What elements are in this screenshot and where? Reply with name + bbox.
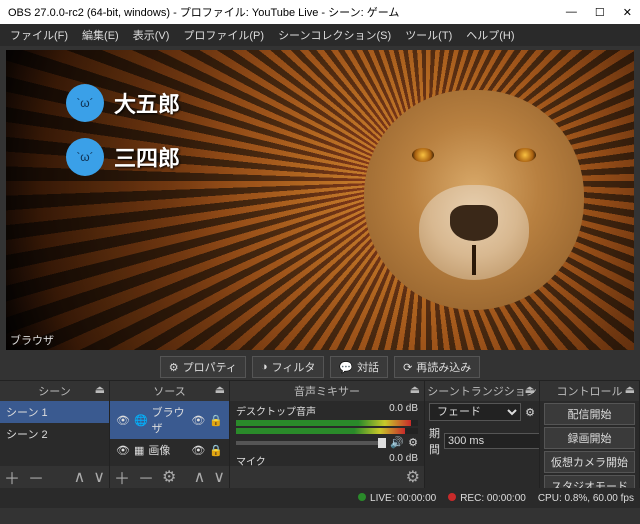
transitions-panel: シーントランジション⏏ フェード⚙ 期間▴▾ xyxy=(425,381,540,488)
source-item[interactable]: 👁 ▦ 画像 👁 🔒 xyxy=(110,439,229,461)
duration-label: 期間 xyxy=(429,425,440,457)
sources-list: 👁 🌐 ブラウザ 👁 🔒 👁 ▦ 画像 👁 🔒 xyxy=(110,401,229,466)
eye-icon[interactable]: 👁 xyxy=(116,444,130,457)
selected-source-label: ブラウザ xyxy=(10,332,54,348)
visible-icon[interactable]: 👁 xyxy=(191,444,205,457)
live-dot-icon xyxy=(358,493,366,501)
menu-edit[interactable]: 編集(E) xyxy=(76,25,125,45)
transitions-title: シーントランジション xyxy=(427,386,536,398)
undock-icon[interactable]: ⏏ xyxy=(215,383,225,396)
overlay-tag-1[interactable]: `ω´ 大五郎 xyxy=(66,84,180,122)
source-props-button[interactable]: ⚙ xyxy=(162,467,176,487)
live-status: LIVE: 00:00:00 xyxy=(358,493,436,504)
rec-status: REC: 00:00:00 xyxy=(448,493,526,504)
docks: シーン ⏏ シーン 1 シーン 2 ＋ － ∧ ∨ ソース ⏏ 👁 🌐 ブラウザ 👁… xyxy=(0,380,640,488)
gear-icon: ⚙ xyxy=(169,361,179,374)
filter-icon: ◑ xyxy=(261,361,268,373)
start-virtualcam-button[interactable]: 仮想カメラ開始 xyxy=(544,451,635,473)
undock-icon[interactable]: ⏏ xyxy=(625,383,635,396)
remove-scene-button[interactable]: － xyxy=(28,465,44,489)
mixer-settings-button[interactable]: ⚙ xyxy=(406,467,420,487)
rec-dot-icon xyxy=(448,493,456,501)
scene-item[interactable]: シーン 2 xyxy=(0,423,109,445)
source-item[interactable]: 👁 🌐 ブラウザ 👁 🔒 xyxy=(110,401,229,439)
mixer-body: デスクトップ音声 0.0 dB 🔊 ⚙ マイク 0.0 dB 🔊 ⚙ xyxy=(230,401,424,466)
menu-scene-collection[interactable]: シーンコレクション(S) xyxy=(272,25,397,45)
channel-db: 0.0 dB xyxy=(389,403,418,418)
mixer-title: 音声ミキサー xyxy=(294,386,360,398)
channel-db: 0.0 dB xyxy=(389,453,418,466)
gear-icon[interactable]: ⚙ xyxy=(525,406,535,419)
filters-button[interactable]: ◑フィルタ xyxy=(252,356,324,378)
level-meter xyxy=(236,420,418,426)
cpu-status: CPU: 0.8%, 60.00 fps xyxy=(538,493,634,504)
preview-area[interactable]: `ω´ 大五郎 `ω´ 三四郎 ブラウザ xyxy=(6,50,634,350)
scene-item[interactable]: シーン 1 xyxy=(0,401,109,423)
scenes-title: シーン xyxy=(38,386,70,398)
source-icon: 🌐 xyxy=(134,414,148,427)
close-icon[interactable]: ✕ xyxy=(623,6,632,19)
transition-select[interactable]: フェード xyxy=(429,403,521,421)
undock-icon[interactable]: ⏏ xyxy=(410,383,420,396)
menu-view[interactable]: 表示(V) xyxy=(127,25,176,45)
statusbar: LIVE: 00:00:00 REC: 00:00:00 CPU: 0.8%, … xyxy=(0,488,640,508)
gear-icon[interactable]: ⚙ xyxy=(408,436,418,449)
mixer-panel: 音声ミキサー ⏏ デスクトップ音声 0.0 dB 🔊 ⚙ マイク 0.0 dB 🔊 ⚙ ⚙ xyxy=(230,381,425,488)
maximize-icon[interactable]: ☐ xyxy=(595,6,605,19)
undock-icon[interactable]: ⏏ xyxy=(525,383,535,396)
menu-profile[interactable]: プロファイル(P) xyxy=(177,25,270,45)
studio-mode-button[interactable]: スタジオモード xyxy=(544,475,635,488)
scene-up-button[interactable]: ∧ xyxy=(74,467,86,487)
menu-file[interactable]: ファイル(F) xyxy=(4,25,74,45)
menu-help[interactable]: ヘルプ(H) xyxy=(460,25,520,45)
visible-icon[interactable]: 👁 xyxy=(191,414,205,427)
source-icon: ▦ xyxy=(134,444,144,457)
eye-icon[interactable]: 👁 xyxy=(116,414,130,427)
source-down-button[interactable]: ∨ xyxy=(213,467,225,487)
controls-panel: コントロール⏏ 配信開始 録画開始 仮想カメラ開始 スタジオモード 設定 終了 xyxy=(540,381,640,488)
remove-source-button[interactable]: － xyxy=(138,465,154,489)
scenes-list: シーン 1 シーン 2 xyxy=(0,401,109,466)
avatar-icon: `ω´ xyxy=(66,84,104,122)
sources-panel: ソース ⏏ 👁 🌐 ブラウザ 👁 🔒 👁 ▦ 画像 👁 🔒 ＋ － ⚙ ∧ ∨ xyxy=(110,381,230,488)
level-meter xyxy=(236,428,418,434)
volume-slider[interactable] xyxy=(236,441,386,445)
lock-icon[interactable]: 🔒 xyxy=(209,414,223,427)
undock-icon[interactable]: ⏏ xyxy=(95,383,105,396)
menubar: ファイル(F) 編集(E) 表示(V) プロファイル(P) シーンコレクション(… xyxy=(0,24,640,46)
source-name: ブラウザ xyxy=(152,404,188,436)
chat-icon: 💬 xyxy=(339,361,353,374)
lock-icon[interactable]: 🔒 xyxy=(209,444,223,457)
mixer-channel: マイク0.0 dB 🔊⚙ xyxy=(230,451,424,466)
mixer-channel: デスクトップ音声 0.0 dB 🔊 ⚙ xyxy=(230,401,424,451)
window-title: OBS 27.0.0-rc2 (64-bit, windows) - プロファイ… xyxy=(8,4,399,20)
channel-name: デスクトップ音声 xyxy=(236,403,316,418)
titlebar: OBS 27.0.0-rc2 (64-bit, windows) - プロファイ… xyxy=(0,0,640,24)
start-recording-button[interactable]: 録画開始 xyxy=(544,427,635,449)
window-controls: — ☐ ✕ xyxy=(566,6,632,19)
refresh-icon: ⟳ xyxy=(403,361,412,374)
channel-name: マイク xyxy=(236,453,266,466)
minimize-icon[interactable]: — xyxy=(566,6,577,19)
overlay-name-2: 三四郎 xyxy=(114,141,180,173)
duration-input[interactable] xyxy=(444,433,539,449)
properties-button[interactable]: ⚙プロパティ xyxy=(160,356,246,378)
controls-title: コントロール xyxy=(557,386,623,398)
source-toolbar: ⚙プロパティ ◑フィルタ 💬対話 ⟳再読み込み xyxy=(0,354,640,380)
interact-button[interactable]: 💬対話 xyxy=(330,356,388,378)
menu-tools[interactable]: ツール(T) xyxy=(399,25,458,45)
overlay-name-1: 大五郎 xyxy=(114,87,180,119)
scene-down-button[interactable]: ∨ xyxy=(93,467,105,487)
sources-title: ソース xyxy=(153,386,185,398)
add-scene-button[interactable]: ＋ xyxy=(4,465,20,489)
start-streaming-button[interactable]: 配信開始 xyxy=(544,403,635,425)
refresh-button[interactable]: ⟳再読み込み xyxy=(394,356,480,378)
source-up-button[interactable]: ∧ xyxy=(194,467,206,487)
overlay-tag-2[interactable]: `ω´ 三四郎 xyxy=(66,138,180,176)
avatar-icon: `ω´ xyxy=(66,138,104,176)
source-name: 画像 xyxy=(148,442,170,458)
scenes-panel: シーン ⏏ シーン 1 シーン 2 ＋ － ∧ ∨ xyxy=(0,381,110,488)
speaker-icon[interactable]: 🔊 xyxy=(390,436,404,449)
add-source-button[interactable]: ＋ xyxy=(114,465,130,489)
